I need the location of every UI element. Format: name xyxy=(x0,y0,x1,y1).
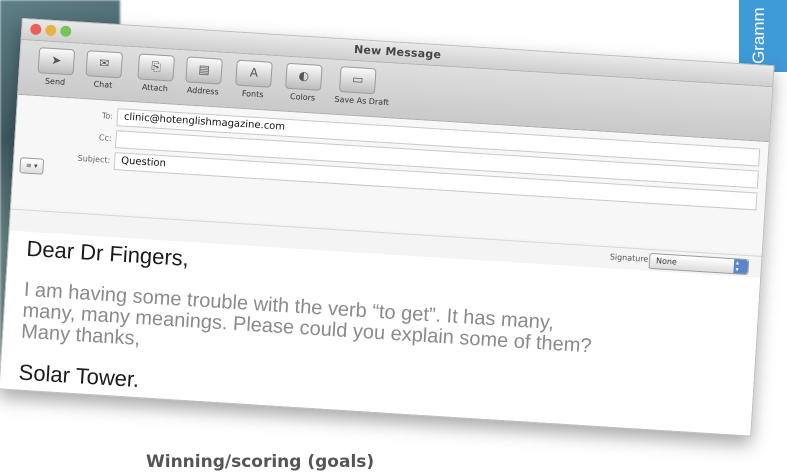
to-label: To: xyxy=(101,111,114,121)
colors-icon: ◐ xyxy=(285,62,323,91)
save-draft-icon: ▭ xyxy=(338,66,377,95)
side-section-tab: Gramm xyxy=(739,0,787,72)
attach-button[interactable]: ⎘ Attach xyxy=(133,53,179,94)
colors-button[interactable]: ◐ Colors xyxy=(280,62,326,103)
chat-icon: ✉ xyxy=(85,50,124,79)
send-icon: ➤ xyxy=(37,47,76,76)
section-heading: Winning/scoring (goals) xyxy=(146,452,375,472)
cc-label: Cc: xyxy=(98,133,112,143)
send-button[interactable]: ➤ Send xyxy=(33,47,79,88)
compose-window: New Message ➤ Send ✉ Chat ⎘ Attach ▤ Add… xyxy=(0,18,775,437)
priority-menu-button[interactable]: ≡ ▾ xyxy=(19,157,45,175)
address-button[interactable]: ▤ Address xyxy=(181,56,227,97)
fonts-button[interactable]: A Fonts xyxy=(230,59,276,100)
message-greeting: Dear Dr Fingers, xyxy=(25,235,190,271)
side-tab-label: Gramm xyxy=(749,7,768,64)
signature-label: Signature: xyxy=(609,252,652,264)
message-signoff: Solar Tower. xyxy=(17,359,140,393)
chat-button[interactable]: ✉ Chat xyxy=(81,50,127,91)
save-draft-button[interactable]: ▭ Save As Draft xyxy=(334,66,389,107)
fonts-icon: A xyxy=(235,59,273,88)
attach-icon: ⎘ xyxy=(137,53,175,82)
address-icon: ▤ xyxy=(185,56,223,85)
